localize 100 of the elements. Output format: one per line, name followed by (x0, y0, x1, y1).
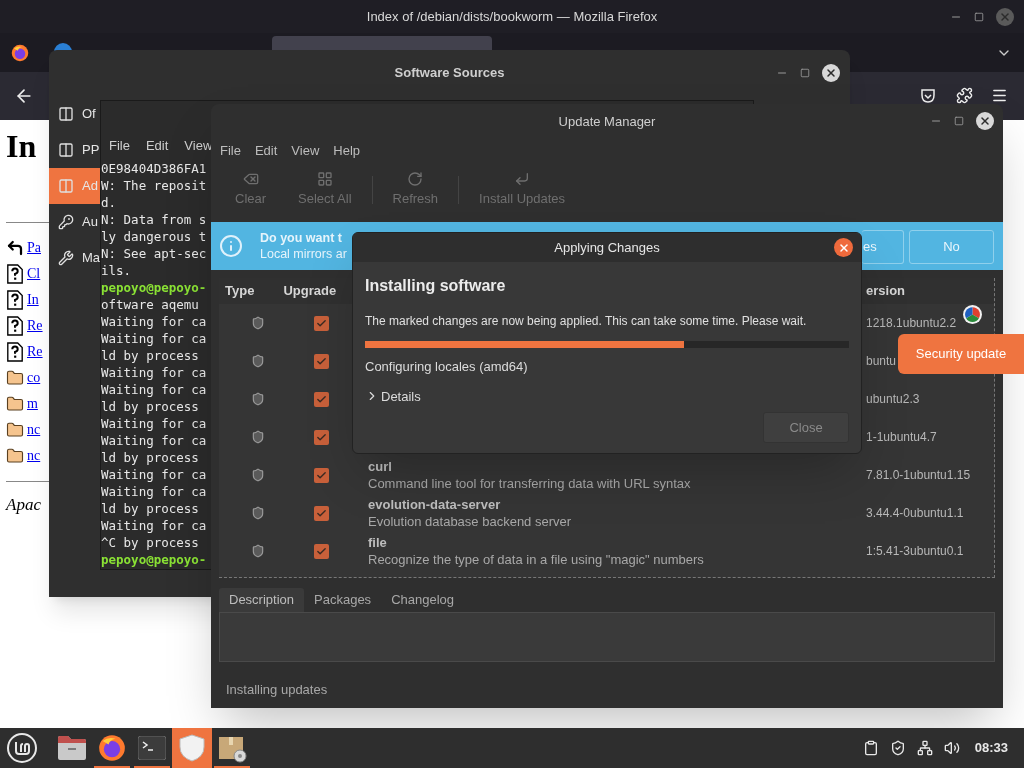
menu-icon[interactable] (991, 87, 1008, 104)
directory-link[interactable]: nc (27, 422, 41, 438)
folder-icon (57, 735, 87, 761)
terminal-line: ld by process (101, 449, 199, 466)
firefox-icon[interactable] (98, 734, 126, 762)
directory-link[interactable]: Re (27, 318, 43, 334)
firefox-icon[interactable] (11, 44, 29, 62)
column-header[interactable]: ersion (866, 281, 905, 301)
terminal-line: ils. (101, 262, 132, 279)
tab[interactable]: Changelog (381, 588, 464, 612)
key-icon (58, 214, 74, 230)
close-button[interactable] (822, 64, 840, 82)
menu-item[interactable]: View (184, 136, 213, 156)
terminal-line: N: See apt-sec (101, 245, 207, 262)
unknown-file-icon (6, 316, 24, 336)
upgrade-checkbox[interactable] (314, 315, 329, 331)
tab[interactable]: Description (219, 588, 305, 612)
details-expander[interactable]: Details (365, 386, 421, 406)
check-icon (316, 469, 327, 481)
close-button[interactable] (976, 112, 994, 130)
package-version: 1:5.41-3ubuntu0.1 (866, 543, 964, 560)
column-header[interactable]: Upgrade (283, 281, 337, 301)
upgrade-checkbox[interactable] (314, 467, 329, 483)
sidebar-item[interactable]: Of (49, 96, 100, 132)
sidebar-item[interactable]: PP (49, 132, 100, 168)
terminal-line: Waiting for ca (101, 517, 207, 534)
folder-icon (6, 447, 24, 465)
terminal-line: Waiting for ca (101, 483, 207, 500)
directory-link[interactable]: m (27, 396, 38, 412)
shield-icon (251, 543, 265, 559)
dialog-title: Applying Changes (554, 238, 660, 257)
directory-link[interactable]: nc (27, 448, 41, 464)
sidebar-item[interactable]: Ma (49, 240, 100, 276)
package-version: 7.81.0-1ubuntu1.15 (866, 467, 971, 484)
grid-icon (316, 171, 333, 188)
extensions-icon[interactable] (956, 87, 973, 104)
info-text: Local mirrors ar (260, 246, 347, 262)
menu-logo-icon[interactable] (6, 732, 38, 764)
server-signature: Apac (6, 494, 41, 516)
upgrade-checkbox[interactable] (314, 429, 329, 445)
pocket-icon[interactable] (920, 88, 936, 104)
terminal-line: Waiting for ca (101, 313, 207, 330)
upgrade-checkbox[interactable] (314, 353, 329, 369)
shield-icon (251, 467, 265, 483)
shield-icon (179, 734, 205, 762)
close-icon (999, 11, 1011, 23)
menu-item[interactable]: Help (333, 141, 361, 161)
menu-item[interactable]: File (109, 136, 130, 156)
close-icon (825, 67, 837, 79)
maximize-icon[interactable] (800, 68, 810, 78)
menu-item[interactable]: Edit (254, 141, 278, 161)
unknown-file-icon (6, 342, 24, 362)
terminal-line: ld by process (101, 500, 199, 517)
maximize-icon[interactable] (954, 116, 964, 126)
menu-item[interactable]: Edit (145, 136, 169, 156)
terminal-line: ld by process (101, 398, 199, 415)
column-header[interactable]: Type (225, 281, 255, 301)
volume-icon[interactable] (943, 740, 960, 756)
shield-icon[interactable] (889, 740, 906, 756)
terminal-line: N: Data from s (101, 211, 207, 228)
check-icon (316, 355, 327, 367)
terminal-line: 0E98404D386FA1 (101, 160, 207, 177)
directory-link[interactable]: In (27, 292, 39, 308)
upgrade-checkbox[interactable] (314, 391, 329, 407)
terminal-line: Waiting for ca (101, 466, 207, 483)
package-version: ubuntu2.3 (866, 391, 920, 408)
check-icon (316, 545, 327, 557)
terminal-line: ld by process (101, 347, 199, 364)
menu-item[interactable]: File (220, 141, 241, 161)
close-icon (979, 115, 991, 127)
folder-icon (6, 395, 24, 413)
network-icon[interactable] (916, 740, 933, 756)
upgrade-checkbox[interactable] (314, 543, 329, 559)
folder-icon (6, 369, 24, 387)
terminal-line: Waiting for ca (101, 364, 207, 381)
status-text: Installing updates (226, 681, 328, 699)
maximize-icon[interactable] (974, 12, 984, 22)
upgrade-checkbox[interactable] (314, 505, 329, 521)
package-description: Command line tool for transferring data with URL syntax (368, 475, 691, 492)
folder-icon (6, 421, 24, 439)
clipboard-icon[interactable] (862, 740, 879, 756)
wrench-icon (58, 250, 74, 266)
shield-icon (251, 429, 265, 445)
progress-step: Configuring locales (amd64) (365, 357, 528, 377)
package-version: buntu (866, 353, 897, 370)
directory-link[interactable]: Pa (27, 240, 41, 256)
terminal-line: ly dangerous t (101, 228, 207, 245)
clock[interactable]: 08:33 (974, 738, 1008, 758)
close-button[interactable] (834, 238, 853, 257)
check-icon (316, 507, 327, 519)
menu-item[interactable]: View (291, 141, 320, 161)
unknown-file-icon (6, 264, 24, 284)
directory-link[interactable]: co (27, 370, 41, 386)
directory-link[interactable]: Cl (27, 266, 41, 282)
sidebar-item[interactable]: Au (49, 204, 100, 240)
tooltip-text: Security update (915, 345, 1007, 364)
directory-link[interactable]: Re (27, 344, 43, 360)
tab[interactable]: Packages (304, 588, 382, 612)
terminal-line: d. (101, 194, 117, 211)
unknown-file-icon (6, 290, 24, 310)
